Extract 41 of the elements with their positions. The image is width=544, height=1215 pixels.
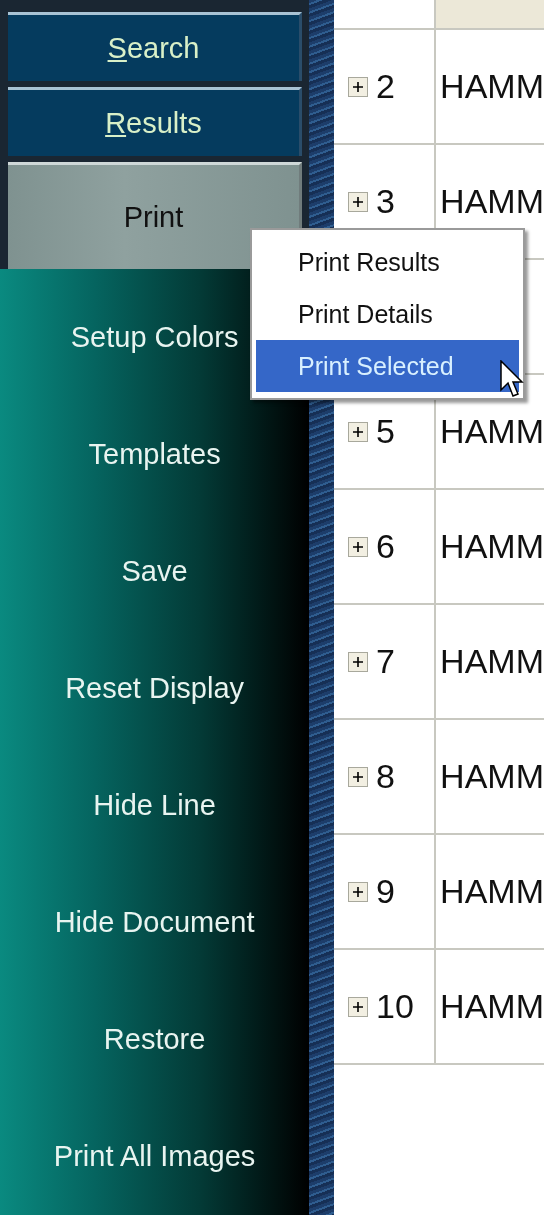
expand-button[interactable] xyxy=(348,651,369,672)
sidebar-item[interactable]: Print All Images xyxy=(0,1098,310,1215)
row-number: 2 xyxy=(376,67,396,106)
plus-icon xyxy=(352,885,365,898)
plus-icon xyxy=(352,1000,365,1013)
menu-item[interactable]: Print Details xyxy=(256,288,519,340)
expand-button[interactable] xyxy=(348,421,369,442)
row-number: 6 xyxy=(376,527,396,566)
expand-button[interactable] xyxy=(348,76,369,97)
expand-button[interactable] xyxy=(348,996,369,1017)
row-number: 8 xyxy=(376,757,396,796)
row-number: 5 xyxy=(376,412,396,451)
table-cell: HAMM xyxy=(434,605,544,718)
plus-icon xyxy=(352,195,365,208)
expand-button[interactable] xyxy=(348,881,369,902)
expand-button[interactable] xyxy=(348,536,369,557)
nav-button[interactable]: Results xyxy=(8,87,302,157)
table-cell: HAMM xyxy=(434,950,544,1063)
row-number: 3 xyxy=(376,182,396,221)
sidebar-item[interactable]: Hide Document xyxy=(0,864,310,981)
sidebar-item[interactable]: Templates xyxy=(0,396,310,513)
plus-icon xyxy=(352,540,365,553)
table-cell: HAMM xyxy=(434,835,544,948)
sidebar-item[interactable]: Restore xyxy=(0,981,310,1098)
menu-item[interactable]: Print Selected xyxy=(256,340,519,392)
table-cell: HAMM xyxy=(434,720,544,833)
plus-icon xyxy=(352,80,365,93)
nav-button[interactable]: Search xyxy=(8,12,302,82)
plus-icon xyxy=(352,425,365,438)
table-cell: HAMM xyxy=(434,30,544,143)
row-number: 10 xyxy=(376,987,414,1026)
row-number: 7 xyxy=(376,642,396,681)
sidebar-item[interactable]: Hide Line xyxy=(0,747,310,864)
plus-icon xyxy=(352,655,365,668)
row-number: 9 xyxy=(376,872,396,911)
sidebar-item[interactable]: Reset Display xyxy=(0,630,310,747)
expand-button[interactable] xyxy=(348,766,369,787)
sidebar-item[interactable]: Save xyxy=(0,513,310,630)
table-cell: HAMM xyxy=(434,490,544,603)
expand-button[interactable] xyxy=(348,191,369,212)
plus-icon xyxy=(352,770,365,783)
